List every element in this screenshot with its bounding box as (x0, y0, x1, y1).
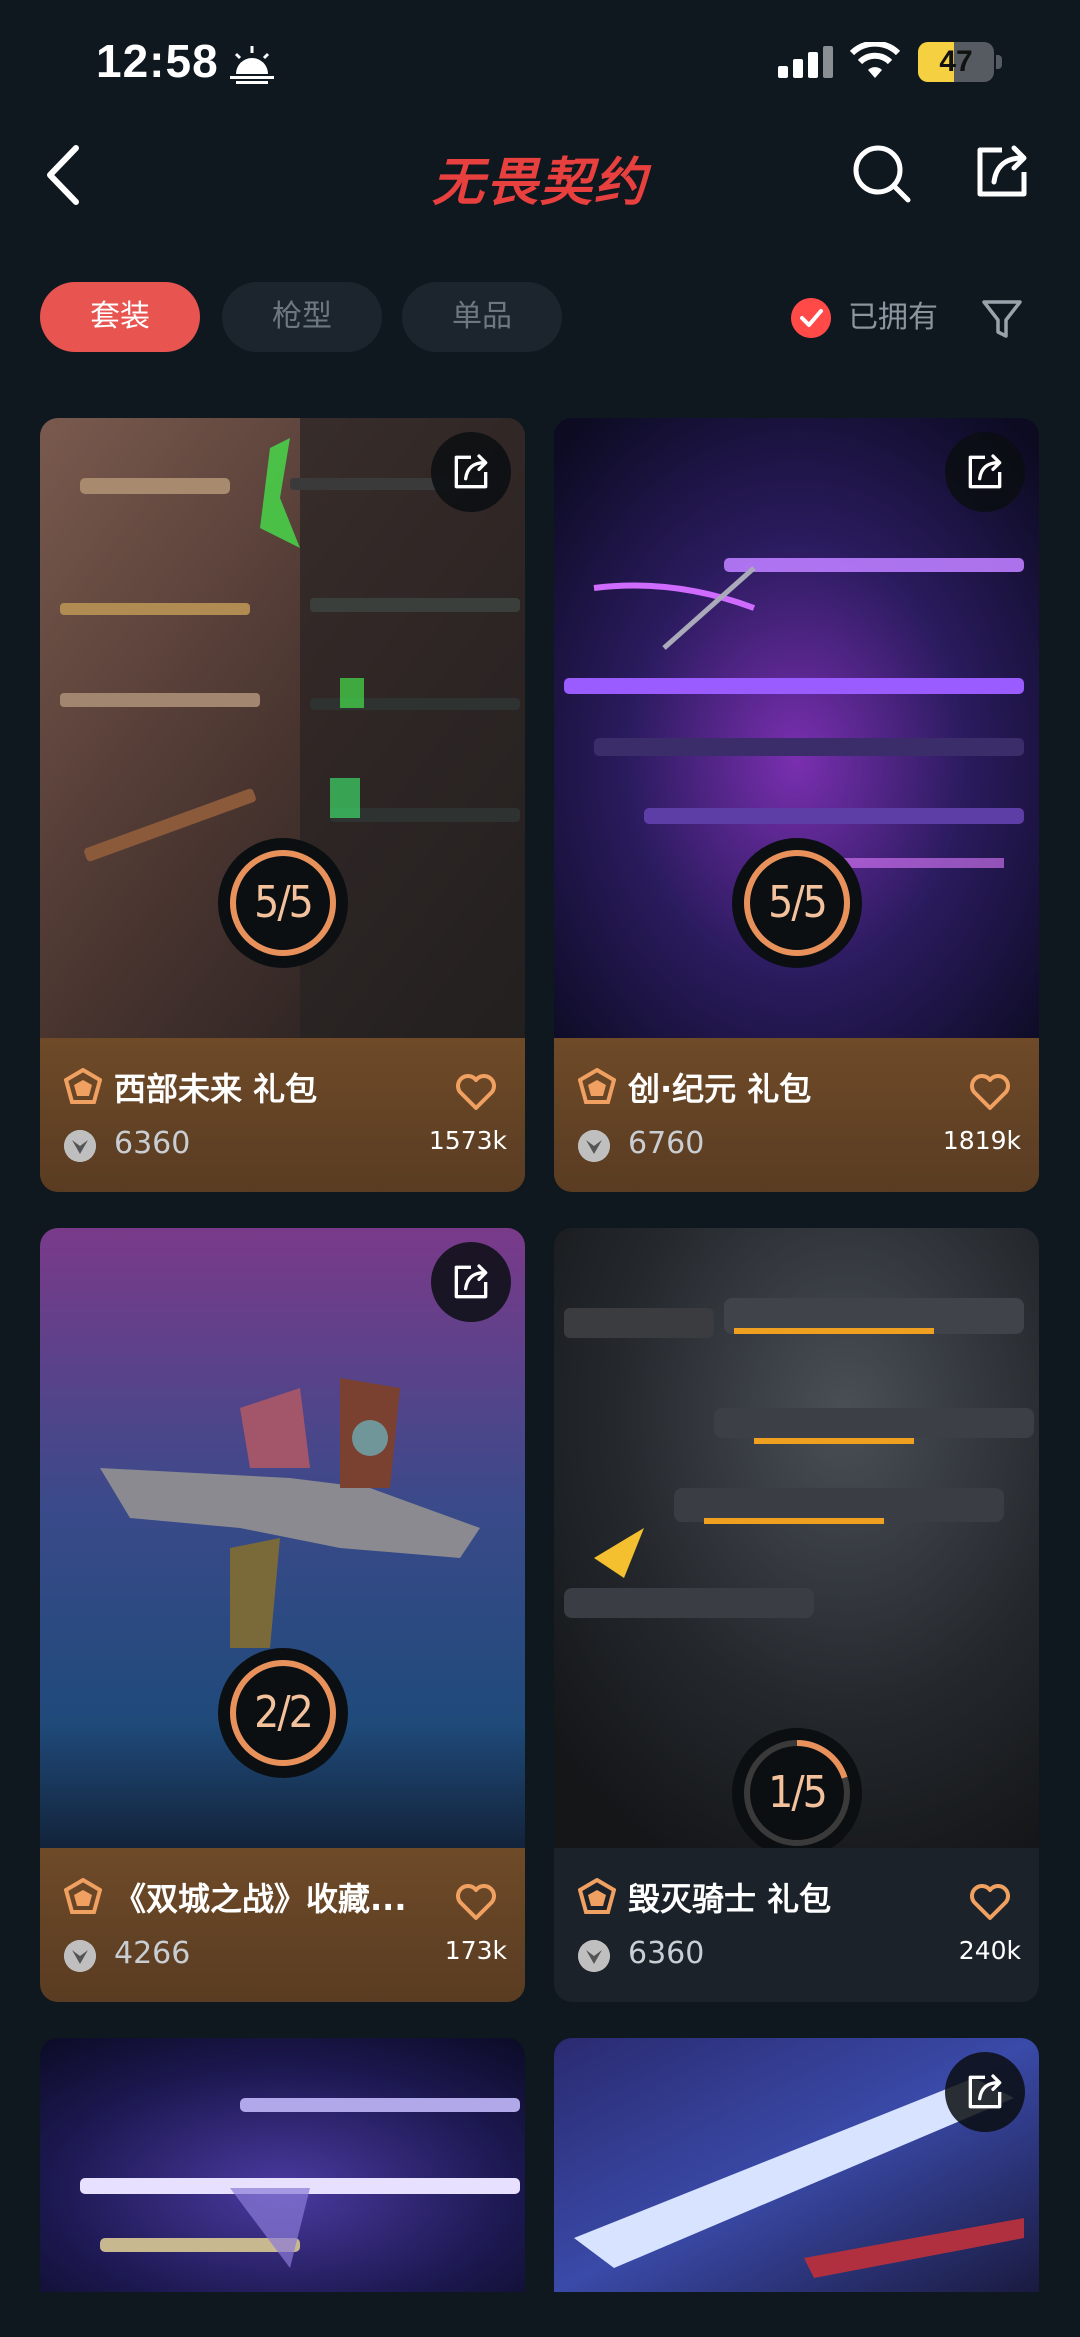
share-icon (454, 1264, 488, 1299)
bundle-name: 西部未来 礼包 (114, 1070, 318, 1108)
bundle-name: 创·纪元 礼包 (628, 1070, 812, 1108)
header: 无畏契约 (0, 130, 1080, 220)
battery-indicator: 47 (918, 42, 1002, 82)
bundle-card[interactable] (554, 2038, 1039, 2292)
share-icon (968, 2074, 1002, 2109)
collection-progress: 2/2 (254, 1687, 314, 1738)
owned-checkbox[interactable] (791, 298, 831, 338)
vp-currency-icon (64, 1940, 96, 1972)
search-icon[interactable] (850, 142, 914, 206)
heart-icon[interactable] (969, 1884, 1011, 1922)
bundle-name: 毁灭骑士 礼包 (628, 1880, 832, 1918)
card-share-button[interactable] (945, 432, 1025, 512)
card-share-button[interactable] (431, 432, 511, 512)
bundle-price: 6360 (114, 1126, 191, 1161)
page-title: 无畏契约 (431, 153, 648, 213)
filter-icon[interactable] (980, 296, 1024, 340)
bundle-price: 6760 (628, 1126, 705, 1161)
battery-level: 47 (939, 45, 973, 78)
card-info: 西部未来 礼包 6360 1573k (40, 1038, 525, 1192)
signal-icon (778, 46, 833, 78)
bundle-card[interactable]: 1/5 毁灭骑士 礼包 6360 240k (554, 1228, 1039, 2002)
heart-icon[interactable] (455, 1884, 497, 1922)
filter-row: 套装 枪型 单品 已拥有 (0, 282, 1080, 354)
tier-icon (64, 1878, 102, 1914)
like-count: 1819k (942, 1126, 1021, 1155)
heart-icon[interactable] (969, 1074, 1011, 1112)
collection-progress: 5/5 (254, 877, 314, 928)
share-icon[interactable] (972, 142, 1032, 202)
bundle-card[interactable] (40, 2038, 525, 2292)
share-icon (454, 454, 488, 489)
like-count: 1573k (428, 1126, 507, 1155)
collection-progress: 1/5 (768, 1767, 828, 1818)
card-share-button[interactable] (945, 2052, 1025, 2132)
status-time: 12:58 (96, 35, 219, 87)
collection-progress: 5/5 (768, 877, 828, 928)
bundle-price: 4266 (114, 1936, 191, 1971)
tier-icon (578, 1878, 616, 1914)
tab-items[interactable]: 单品 (402, 282, 562, 352)
vp-currency-icon (578, 1130, 610, 1162)
card-share-button[interactable] (431, 1242, 511, 1322)
tab-suits[interactable]: 套装 (40, 282, 200, 352)
tab-gun-types[interactable]: 枪型 (222, 282, 382, 352)
vp-currency-icon (64, 1130, 96, 1162)
status-bar: 12:58 47 (0, 0, 1080, 130)
bundle-card[interactable]: 5/5 创·纪元 礼包 6760 1819k (554, 418, 1039, 1192)
like-count: 240k (958, 1936, 1021, 1965)
sunset-icon (230, 46, 274, 84)
bundle-image (40, 2038, 525, 2292)
bundle-card[interactable]: 5/5 西部未来 礼包 6360 1573k (40, 418, 525, 1192)
bundle-name: 《双城之战》收藏... (114, 1880, 407, 1918)
share-icon (968, 454, 1002, 489)
like-count: 173k (444, 1936, 507, 1965)
vp-currency-icon (578, 1940, 610, 1972)
bundle-card[interactable]: 2/2 《双城之战》收藏... 4266 173k (40, 1228, 525, 2002)
owned-label[interactable]: 已拥有 (848, 298, 938, 338)
heart-icon[interactable] (455, 1074, 497, 1112)
tier-icon (64, 1068, 102, 1104)
card-info: 创·纪元 礼包 6760 1819k (554, 1038, 1039, 1192)
card-info: 毁灭骑士 礼包 6360 240k (554, 1848, 1039, 2002)
wifi-icon (850, 42, 900, 78)
tier-icon (578, 1068, 616, 1104)
bundle-price: 6360 (628, 1936, 705, 1971)
card-info: 《双城之战》收藏... 4266 173k (40, 1848, 525, 2002)
